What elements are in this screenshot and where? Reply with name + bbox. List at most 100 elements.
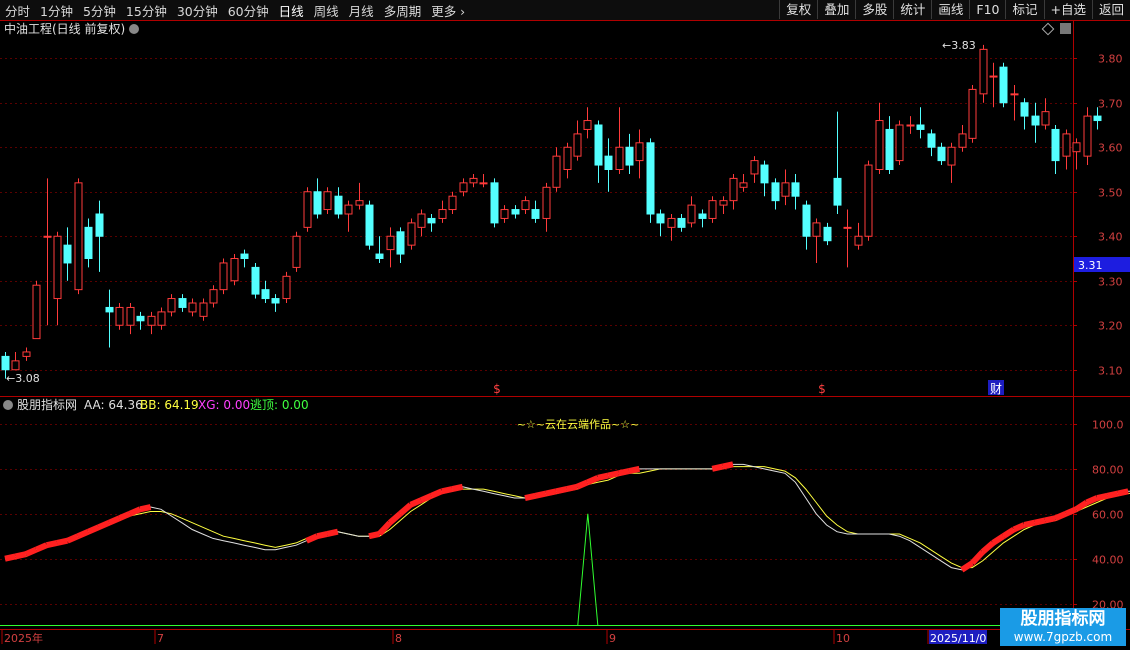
candle: [646, 138, 655, 223]
candle: [812, 218, 821, 263]
event-marker: $: [493, 382, 501, 396]
candle-body: [261, 289, 270, 300]
rising-segment: [118, 511, 131, 521]
candle: [708, 196, 717, 223]
candle: [230, 254, 239, 286]
rising-segment: [1074, 500, 1089, 512]
candle-body: [542, 186, 551, 219]
candle-body: [958, 133, 967, 148]
candle: [864, 160, 873, 241]
candle-body: [563, 146, 572, 170]
candle: [625, 133, 634, 174]
watermark-line2: www.7gpzb.com: [1013, 630, 1113, 644]
watermark-line1: 股朋指标网: [1020, 609, 1106, 629]
rising-segment: [1023, 519, 1036, 528]
y-tick-label: 3.80: [1098, 53, 1123, 66]
rising-segment: [451, 483, 464, 492]
candle-body: [927, 133, 936, 148]
indicator-dropdown-icon: [3, 400, 13, 410]
candle: [615, 107, 624, 174]
candle: [469, 173, 478, 188]
rising-segment: [14, 551, 27, 560]
candle: [43, 178, 52, 326]
high-label: ←3.83: [942, 39, 976, 52]
candle: [115, 303, 124, 330]
candle: [438, 200, 447, 223]
candle: [1010, 84, 1019, 121]
candle: [417, 209, 426, 237]
candle: [74, 178, 83, 295]
candle-body: [750, 160, 759, 175]
candle: [833, 111, 842, 214]
y-tick-label: 3.50: [1098, 187, 1123, 200]
candle: [843, 209, 852, 268]
main-chart-title: 中油工程(日线 前复权): [4, 21, 125, 36]
candle-body: [552, 155, 561, 188]
candle-body: [916, 124, 925, 130]
candle: [854, 222, 863, 250]
candle-body: [656, 213, 665, 224]
rising-segment: [76, 528, 90, 539]
candle: [760, 160, 769, 197]
candle-body: [136, 315, 145, 322]
candle-body: [53, 235, 62, 300]
candle-body: [396, 231, 405, 255]
ind-y-tick-label: 40.00: [1092, 554, 1124, 567]
candle: [479, 173, 488, 188]
candle-body: [490, 182, 499, 224]
candle-body: [459, 182, 468, 193]
dropdown-icon: [129, 24, 139, 34]
candle-body: [271, 298, 280, 304]
candle: [271, 294, 280, 312]
candle-body: [1051, 128, 1060, 162]
candle-body: [864, 164, 873, 237]
candle: [698, 209, 707, 228]
candle-body: [625, 146, 634, 166]
rising-segment: [305, 533, 319, 544]
rising-segment: [586, 475, 599, 486]
candle-body: [1083, 115, 1092, 157]
candle: [656, 209, 665, 237]
rising-segment: [565, 483, 578, 492]
candle-body: [479, 182, 488, 185]
candle-body: [937, 146, 946, 162]
rising-segment: [430, 488, 443, 499]
event-marker: 财: [990, 382, 1002, 396]
rising-segment: [1044, 515, 1057, 524]
rising-segment: [24, 546, 38, 557]
candle: [53, 231, 62, 326]
chart-labels: 3.10 3.20 3.30 3.40 3.50 3.60 3.70 3.80 100.0 80.…: [3, 21, 1130, 645]
candle-body: [677, 217, 686, 228]
candle-body: [167, 298, 176, 313]
indicator-lines: [0, 461, 1130, 626]
date-label: 9: [609, 632, 616, 645]
candle: [989, 62, 998, 108]
rising-segment: [1096, 492, 1109, 501]
rising-segment: [607, 470, 620, 479]
candle-body: [646, 142, 655, 215]
candle: [147, 311, 156, 335]
rising-segment: [4, 553, 17, 562]
indicator-name: 股朋指标网: [17, 397, 77, 412]
indicator-legend-0: AA: 64.36: [84, 398, 143, 412]
diamond-icon: [1041, 22, 1055, 36]
candle: [552, 147, 561, 192]
candle: [126, 303, 135, 335]
candle-body: [947, 146, 956, 166]
rising-segment: [409, 497, 423, 508]
event-marker: $: [818, 382, 826, 396]
candle-body: [573, 133, 582, 157]
candle: [500, 205, 509, 223]
candle: [1041, 98, 1050, 130]
candle: [136, 311, 145, 330]
rising-segment: [991, 533, 1006, 546]
rising-segment: [56, 537, 69, 546]
candle-body: [365, 204, 374, 246]
candle-body: [355, 200, 364, 206]
candle: [386, 227, 395, 268]
candle-body: [802, 204, 811, 237]
candle-body: [334, 195, 343, 215]
y-tick-label: 3.60: [1098, 142, 1123, 155]
rising-segment: [1012, 522, 1026, 533]
rising-segment: [721, 461, 734, 470]
